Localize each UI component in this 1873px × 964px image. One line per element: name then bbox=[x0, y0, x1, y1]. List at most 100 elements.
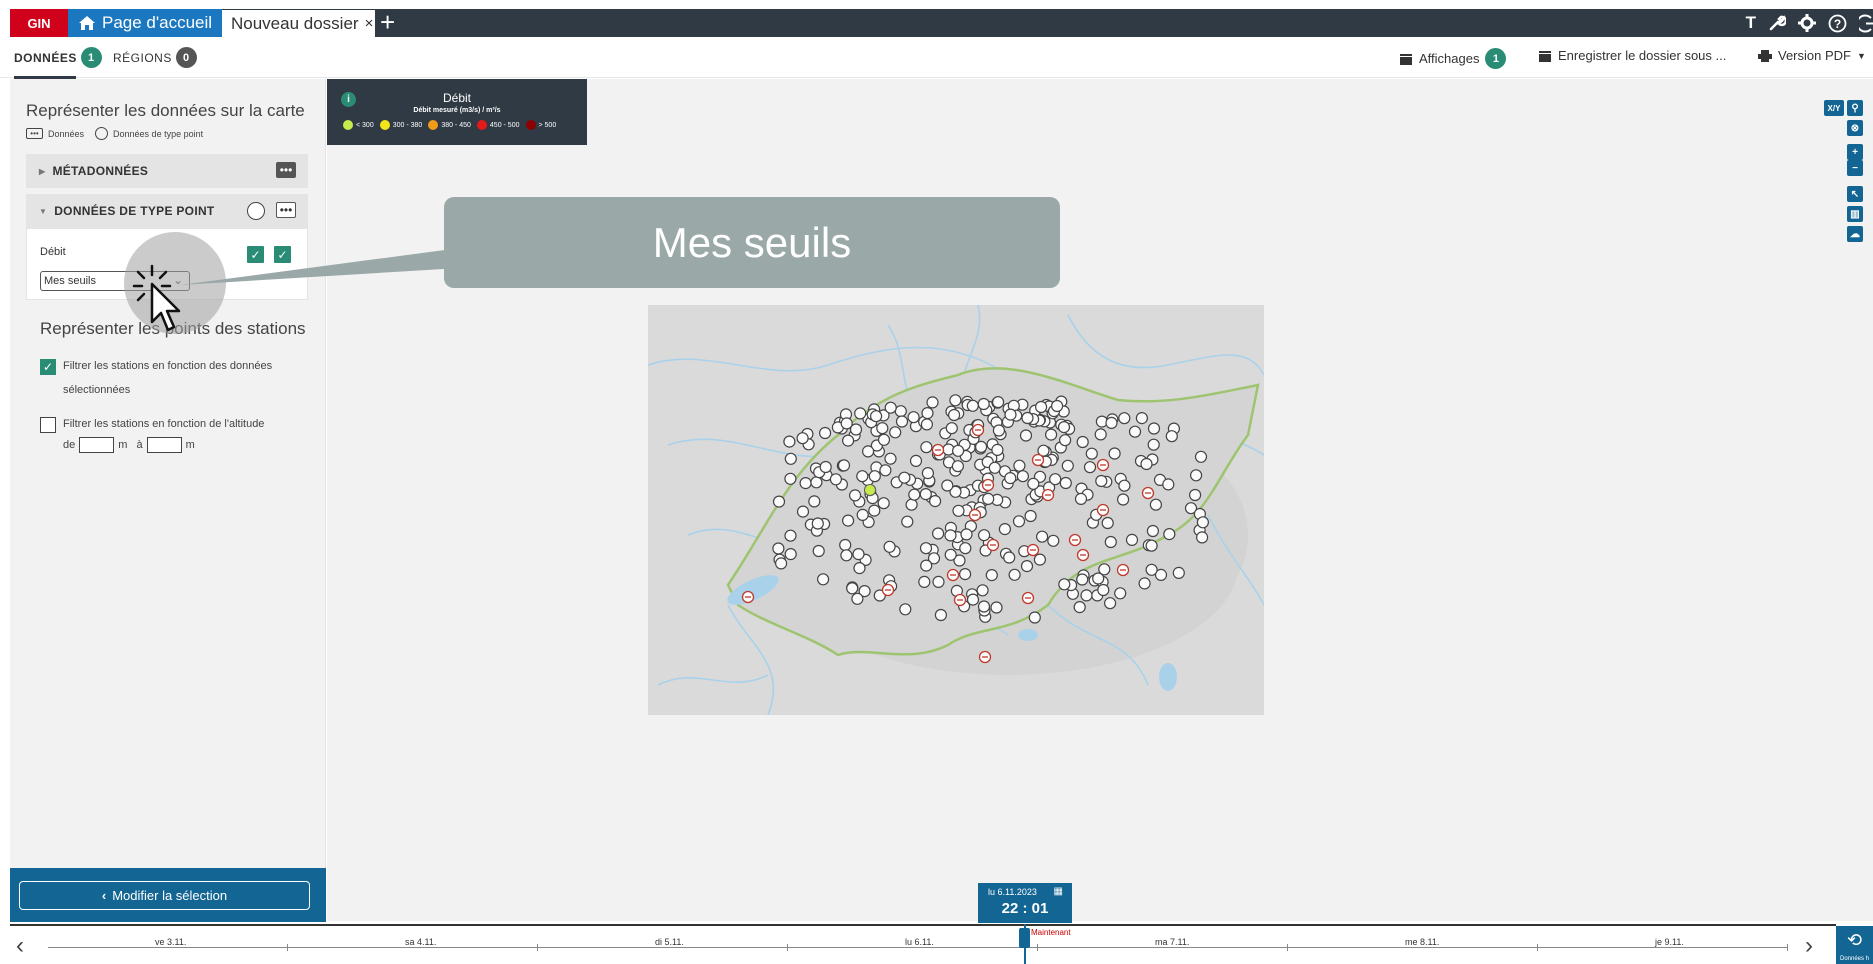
station-marker[interactable] bbox=[977, 600, 991, 613]
station-marker[interactable] bbox=[1016, 470, 1029, 483]
station-marker[interactable] bbox=[1035, 400, 1048, 414]
station-marker[interactable] bbox=[1059, 476, 1072, 490]
metadata-header[interactable]: ▶ MÉTADONNÉES bbox=[26, 154, 308, 188]
station-marker[interactable] bbox=[842, 434, 855, 447]
pointer-icon[interactable]: ↖ bbox=[1847, 186, 1863, 202]
station-marker[interactable] bbox=[941, 479, 954, 492]
station-marker[interactable] bbox=[877, 433, 891, 446]
station-marker[interactable] bbox=[1188, 488, 1202, 502]
station-marker[interactable] bbox=[1021, 411, 1034, 425]
station-marker[interactable] bbox=[921, 467, 934, 480]
station-marker[interactable] bbox=[1024, 509, 1037, 523]
xy-button[interactable]: X/Y bbox=[1824, 100, 1844, 116]
station-marker[interactable] bbox=[949, 394, 962, 407]
station-marker[interactable] bbox=[921, 406, 934, 420]
station-marker[interactable] bbox=[856, 508, 869, 521]
station-marker[interactable] bbox=[1138, 577, 1151, 590]
station-marker[interactable] bbox=[1076, 435, 1089, 449]
station-marker[interactable] bbox=[1147, 438, 1160, 451]
station-marker[interactable] bbox=[1080, 589, 1093, 602]
station-marker[interactable] bbox=[978, 529, 991, 542]
station-marker[interactable] bbox=[992, 424, 1005, 437]
station-marker[interactable] bbox=[1076, 573, 1089, 586]
station-marker[interactable] bbox=[1149, 498, 1162, 511]
crosshair-icon[interactable]: ⊗ bbox=[1847, 120, 1863, 136]
filter-data-checkbox[interactable]: ✓ bbox=[40, 359, 56, 375]
station-marker[interactable] bbox=[1047, 534, 1060, 547]
station-marker[interactable] bbox=[952, 504, 965, 517]
station-marker[interactable] bbox=[1058, 578, 1071, 591]
station-marker[interactable] bbox=[1092, 572, 1105, 585]
station-marker[interactable] bbox=[1013, 459, 1026, 472]
station-marker[interactable] bbox=[1049, 473, 1062, 486]
station-marker[interactable] bbox=[884, 401, 897, 414]
station-marker[interactable] bbox=[879, 464, 892, 477]
calendar-icon[interactable]: ▦ bbox=[1054, 886, 1063, 897]
point-ring-button[interactable] bbox=[247, 202, 265, 220]
logout-icon[interactable] bbox=[1859, 14, 1873, 33]
station-marker[interactable] bbox=[1195, 531, 1209, 544]
station-marker[interactable] bbox=[907, 411, 920, 424]
station-marker[interactable] bbox=[1118, 479, 1131, 492]
station-marker[interactable] bbox=[920, 441, 933, 454]
station-marker[interactable] bbox=[796, 432, 809, 445]
map-icon[interactable]: ▥ bbox=[1847, 206, 1863, 222]
station-marker[interactable] bbox=[895, 415, 909, 428]
station-marker[interactable] bbox=[985, 569, 998, 582]
station-marker[interactable] bbox=[811, 517, 824, 530]
station-marker[interactable] bbox=[1004, 408, 1017, 421]
save-dossier-button[interactable]: Enregistrer le dossier sous ... bbox=[1538, 48, 1726, 63]
station-marker[interactable] bbox=[1101, 516, 1114, 530]
station-marker[interactable] bbox=[856, 470, 869, 483]
station-marker[interactable] bbox=[1033, 553, 1046, 566]
station-marker[interactable] bbox=[1094, 428, 1107, 441]
station-marker[interactable] bbox=[1027, 477, 1040, 490]
station-marker[interactable] bbox=[1045, 428, 1058, 441]
station-marker[interactable] bbox=[1146, 524, 1159, 538]
zoom-out-icon[interactable]: − bbox=[1847, 160, 1863, 176]
tab-regions[interactable]: RÉGIONS 0 bbox=[113, 47, 197, 68]
station-marker[interactable] bbox=[959, 568, 972, 581]
station-marker[interactable] bbox=[944, 529, 957, 542]
station-marker[interactable] bbox=[868, 504, 881, 517]
station-marker[interactable] bbox=[1125, 533, 1139, 546]
station-marker[interactable] bbox=[1020, 560, 1034, 573]
station-marker[interactable] bbox=[849, 489, 862, 502]
station-marker[interactable] bbox=[929, 495, 942, 508]
station-marker[interactable] bbox=[840, 549, 853, 562]
wrench-icon[interactable] bbox=[1768, 14, 1786, 32]
station-marker[interactable] bbox=[868, 470, 881, 483]
station-marker[interactable] bbox=[977, 397, 990, 411]
station-marker[interactable] bbox=[1114, 587, 1127, 600]
station-marker[interactable] bbox=[1163, 528, 1176, 541]
station-marker[interactable] bbox=[876, 422, 889, 435]
station-marker[interactable] bbox=[1036, 530, 1049, 543]
station-marker[interactable] bbox=[1073, 601, 1086, 614]
station-marker[interactable] bbox=[796, 505, 810, 518]
station-marker[interactable] bbox=[934, 608, 947, 622]
station-marker[interactable] bbox=[1108, 447, 1121, 460]
station-marker[interactable] bbox=[1004, 472, 1017, 485]
station-marker[interactable] bbox=[898, 471, 911, 484]
altitude-min-input[interactable] bbox=[79, 437, 115, 454]
station-marker[interactable] bbox=[1117, 493, 1130, 506]
station-marker[interactable] bbox=[1196, 516, 1210, 529]
station-marker[interactable] bbox=[784, 529, 797, 542]
station-marker[interactable] bbox=[1135, 411, 1148, 425]
station-marker[interactable] bbox=[945, 422, 958, 435]
now-marker-handle[interactable] bbox=[1019, 928, 1030, 948]
station-marker[interactable] bbox=[988, 461, 1001, 474]
station-marker[interactable] bbox=[998, 523, 1011, 536]
station-marker[interactable] bbox=[1104, 535, 1117, 549]
station-marker[interactable] bbox=[784, 452, 797, 465]
station-marker[interactable] bbox=[908, 488, 921, 501]
time-selector[interactable]: lu 6.11.2023 ▦ 22 : 01 bbox=[978, 883, 1072, 923]
station-marker[interactable] bbox=[1104, 597, 1117, 610]
station-marker[interactable] bbox=[951, 460, 964, 473]
station-marker[interactable] bbox=[1189, 469, 1203, 482]
tab-donnees[interactable]: DONNÉES 1 bbox=[14, 47, 102, 68]
station-marker[interactable] bbox=[909, 454, 923, 467]
station-marker[interactable] bbox=[926, 396, 939, 409]
station-marker[interactable] bbox=[853, 562, 866, 575]
tab-nouveau-dossier[interactable]: Nouveau dossier × bbox=[222, 9, 375, 37]
